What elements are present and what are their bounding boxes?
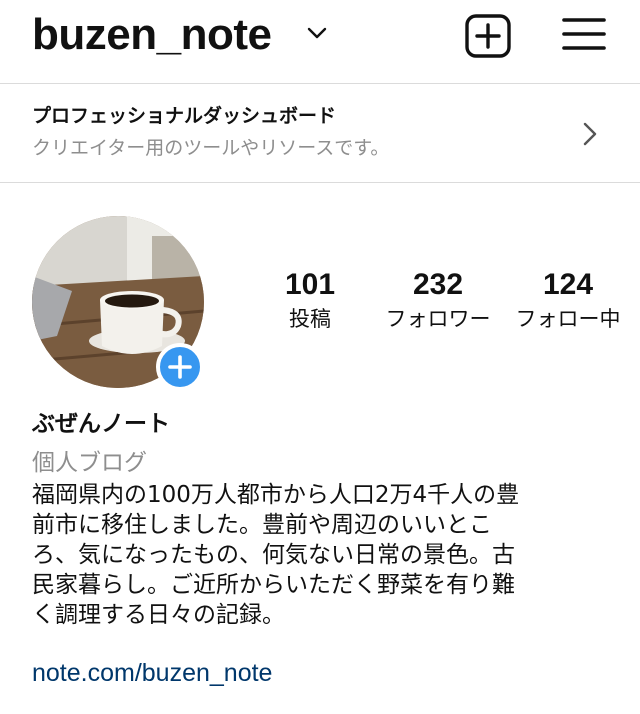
chevron-right-icon xyxy=(583,122,597,146)
following-count: 124 xyxy=(542,268,594,301)
following-label: フォロー中 xyxy=(515,307,621,331)
username-switcher[interactable]: buzen_note xyxy=(32,10,272,60)
add-content-icon[interactable] xyxy=(464,13,512,59)
professional-dashboard-row[interactable]: プロフェッショナルダッシュボード クリエイター用のツールやリソースです。 xyxy=(0,84,640,181)
chevron-down-icon[interactable] xyxy=(306,26,328,40)
dashboard-divider xyxy=(0,182,640,183)
bio-line: ろ、気になったもの、何気ない日常の景色。古 xyxy=(32,542,515,568)
profile-header: buzen_note xyxy=(0,0,640,82)
display-name: ぶぜんノート xyxy=(32,411,170,437)
dashboard-subtitle: クリエイター用のツールやリソースです。 xyxy=(32,137,390,159)
menu-icon[interactable] xyxy=(562,14,606,54)
profile-bio: 福岡県内の100万人都市から人口2万4千人の豊 前市に移住しました。豊前や周辺の… xyxy=(32,480,617,630)
followers-stat[interactable]: 232 フォロワー xyxy=(378,266,498,334)
posts-stat[interactable]: 101 投稿 xyxy=(278,266,342,334)
bio-line: 福岡県内の100万人都市から人口2万4千人の豊 xyxy=(32,482,520,508)
posts-label: 投稿 xyxy=(289,307,331,331)
profile-link[interactable]: note.com/buzen_note xyxy=(32,659,272,688)
add-story-icon[interactable] xyxy=(156,343,204,391)
followers-count: 232 xyxy=(412,268,464,301)
dashboard-title: プロフェッショナルダッシュボード xyxy=(32,105,337,127)
followers-label: フォロワー xyxy=(385,307,491,331)
following-stat[interactable]: 124 フォロー中 xyxy=(508,266,628,334)
posts-count: 101 xyxy=(284,268,336,301)
bio-line: 前市に移住しました。豊前や周辺のいいとこ xyxy=(32,512,492,538)
bio-line: く調理する日々の記録。 xyxy=(32,602,285,628)
bio-line: 民家暮らし。ご近所からいただく野菜を有り難 xyxy=(32,572,515,598)
profile-category: 個人ブログ xyxy=(32,450,147,476)
